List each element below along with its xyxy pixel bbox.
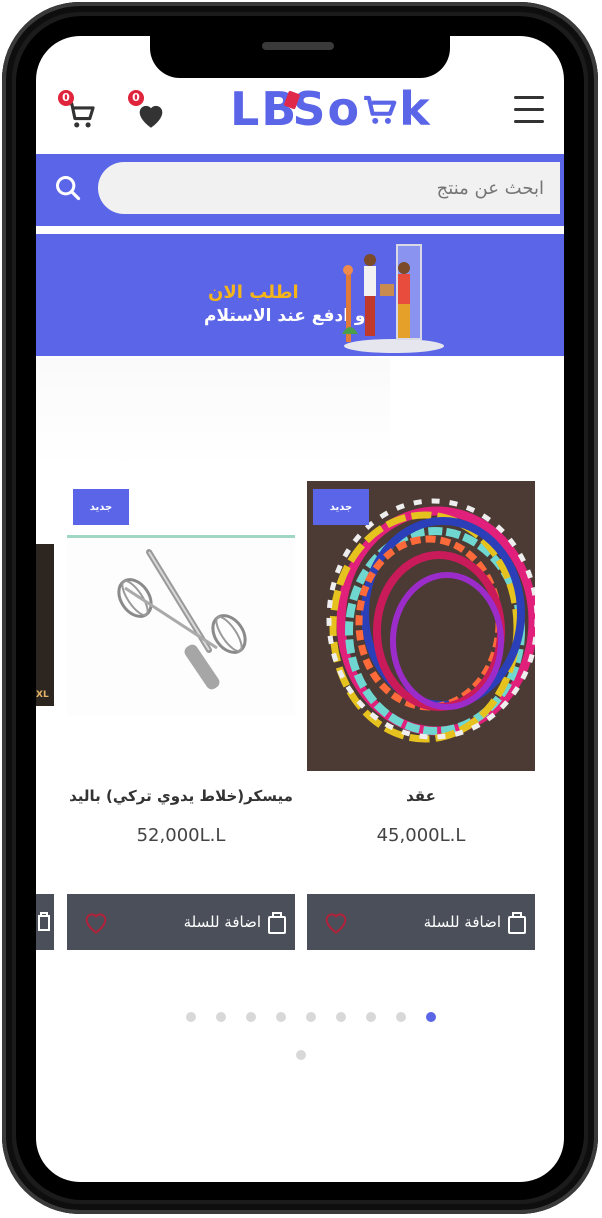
wishlist-count-badge: 0 <box>128 90 144 106</box>
logo-text-k: k <box>399 82 432 136</box>
partial-label: XL <box>36 690 49 700</box>
banner-title: اطلب الان <box>208 282 299 303</box>
carousel-dot[interactable] <box>366 1012 376 1022</box>
wishlist-heart-icon[interactable] <box>321 908 351 936</box>
cart-bag-icon <box>268 912 286 934</box>
cart-bag-icon <box>508 912 526 934</box>
lbsouk-logo[interactable]: LBSo k <box>230 82 432 136</box>
logo-cart-icon <box>364 95 397 124</box>
delivery-illustration <box>342 244 444 353</box>
carousel-dot[interactable] <box>426 1012 436 1022</box>
wishlist-button[interactable]: 0 <box>128 90 174 138</box>
add-to-cart-label: اضافة للسلة <box>423 913 501 931</box>
new-badge: جديد <box>73 489 129 525</box>
cart-bag-icon <box>38 912 50 931</box>
promo-banner[interactable]: اطلب الان و ادفع عند الاستلام <box>36 234 564 356</box>
product-card-partial-cartbar[interactable] <box>36 894 54 950</box>
carousel-dot[interactable] <box>246 1012 256 1022</box>
product-image[interactable] <box>67 535 295 716</box>
carousel-dot[interactable] <box>336 1012 346 1022</box>
wishlist-heart-icon[interactable] <box>81 908 111 936</box>
cart-count-badge: 0 <box>58 90 74 106</box>
product-name[interactable]: ميسكر(خلاط يدوي تركي) باليد <box>67 787 295 805</box>
product-actions: اضافة للسلة <box>307 894 535 950</box>
product-price: 45,000L.L <box>376 825 466 846</box>
product-card-partial[interactable]: XL <box>36 544 54 706</box>
carousel-dot[interactable] <box>216 1012 226 1022</box>
search-input[interactable] <box>98 162 560 214</box>
top-header: 0 0 LBSo k <box>36 76 564 152</box>
new-badge: جديد <box>313 489 369 525</box>
carousel-dot[interactable] <box>276 1012 286 1022</box>
hamburger-menu-icon[interactable] <box>514 96 544 123</box>
search-bar <box>36 154 564 226</box>
carousel-dot[interactable] <box>296 1050 306 1060</box>
section-divider <box>36 358 390 468</box>
carousel-dot[interactable] <box>306 1012 316 1022</box>
product-name[interactable]: عقد <box>307 787 535 805</box>
cart-button[interactable]: 0 <box>58 90 104 138</box>
app-screen: 0 0 LBSok اطلب الان و ادفع عند الاستلام <box>36 36 564 1182</box>
add-to-cart-label: اضافة للسلة <box>183 913 261 931</box>
add-to-cart-button[interactable]: اضافة للسلة <box>184 894 287 950</box>
speaker-grille <box>262 42 334 50</box>
carousel-dot[interactable] <box>396 1012 406 1022</box>
logo-text-lb: LB <box>230 82 299 136</box>
hand-mixer-image <box>117 549 247 690</box>
phone-notch <box>150 34 450 78</box>
carousel-dots <box>186 1012 446 1026</box>
product-actions: اضافة للسلة <box>67 894 295 950</box>
add-to-cart-button[interactable]: اضافة للسلة <box>424 894 527 950</box>
search-icon[interactable] <box>54 174 82 202</box>
logo-text-so: So <box>292 82 362 136</box>
carousel-dot[interactable] <box>186 1012 196 1022</box>
product-price: 52,000L.L <box>136 825 226 846</box>
